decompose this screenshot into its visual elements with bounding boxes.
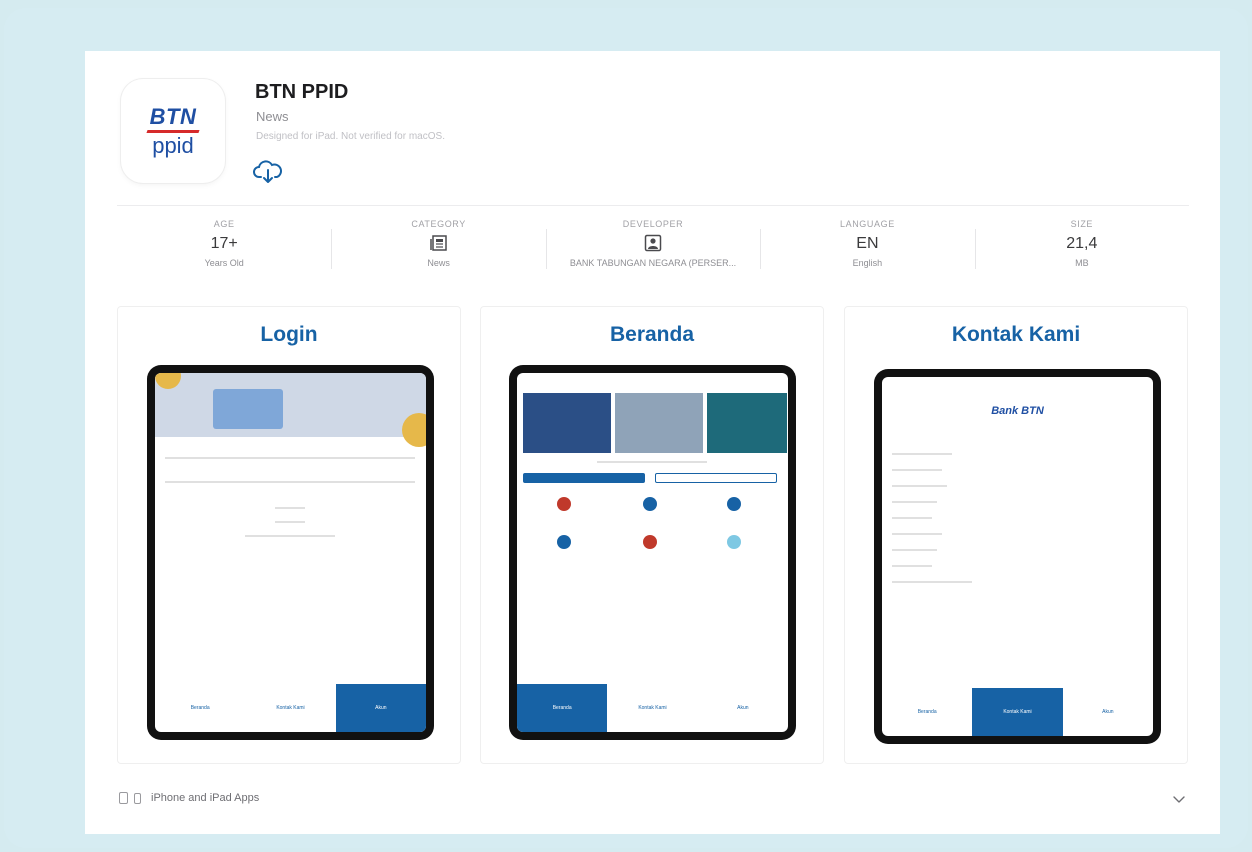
- chevron-down-icon[interactable]: [1173, 793, 1185, 805]
- tab-bar: Beranda Kontak Kami Akun: [155, 684, 426, 732]
- info-label: LANGUAGE: [840, 219, 895, 229]
- text-line: [275, 507, 305, 509]
- logo-ppid-text: ppid: [152, 132, 194, 158]
- screenshot-kontak-kami[interactable]: Kontak Kami Bank BTN Beranda Kontak Kami…: [844, 306, 1188, 764]
- input-line: [165, 481, 415, 483]
- secondary-button[interactable]: [655, 473, 777, 483]
- app-title: BTN PPID: [255, 81, 349, 103]
- contact-line: [892, 565, 932, 567]
- tab-akun[interactable]: Akun: [1063, 688, 1153, 736]
- person-icon: [644, 234, 662, 252]
- app-category: News: [256, 109, 289, 124]
- info-value: 21,4: [1066, 235, 1098, 252]
- tab-beranda[interactable]: Beranda: [155, 684, 245, 732]
- contact-line: [892, 469, 942, 471]
- iphone-icon: [134, 792, 141, 804]
- tab-akun[interactable]: Akun: [698, 684, 788, 732]
- contact-line: [892, 453, 952, 455]
- news-image: [523, 393, 611, 453]
- ipad-icon: [119, 792, 128, 804]
- text-line: [275, 521, 305, 523]
- text-line: [597, 461, 707, 463]
- info-row: AGE 17+ Years Old CATEGORY News DEVELOPE…: [117, 215, 1189, 285]
- info-value: EN: [856, 235, 879, 252]
- logo-btn-text: BTN: [149, 103, 197, 129]
- tablet-screen: Beranda Kontak Kami Akun: [155, 373, 426, 732]
- info-size: SIZE 21,4 MB: [974, 215, 1189, 285]
- info-developer[interactable]: DEVELOPER BANK TABUNGAN NEGARA (PERSER..…: [545, 215, 760, 285]
- app-icon[interactable]: BTN ppid: [121, 79, 225, 183]
- contact-line: [892, 549, 937, 551]
- info-foot: News: [427, 258, 450, 268]
- contact-line: [892, 581, 972, 583]
- tab-kontak-kami[interactable]: Kontak Kami: [607, 684, 697, 732]
- logo-ppid-label: ppid: [152, 132, 194, 158]
- banner-image: [213, 389, 283, 429]
- info-label: CATEGORY: [411, 219, 466, 229]
- bank-btn-logo: Bank BTN: [991, 405, 1044, 417]
- screenshot-beranda[interactable]: Beranda Beranda Kontak Kami Akun: [480, 306, 824, 764]
- screenshot-gallery[interactable]: Login Beranda Kontak Kami Akun Beranda B…: [117, 306, 1189, 764]
- info-label: AGE: [213, 219, 235, 229]
- tab-kontak-kami[interactable]: Kontak Kami: [972, 688, 1063, 736]
- contact-line: [892, 517, 932, 519]
- screenshot-login[interactable]: Login Beranda Kontak Kami Akun: [117, 306, 461, 764]
- tab-beranda[interactable]: Beranda: [517, 684, 608, 732]
- app-compat-note: Designed for iPad. Not verified for macO…: [256, 131, 445, 142]
- info-label: SIZE: [1070, 219, 1094, 229]
- info-label: DEVELOPER: [622, 219, 684, 229]
- menu-icon[interactable]: [557, 535, 571, 549]
- page-background: BTN ppid BTN PPID News Designed for iPad…: [4, 8, 1248, 848]
- info-age: AGE 17+ Years Old: [117, 215, 331, 285]
- menu-icon[interactable]: [727, 497, 741, 511]
- contact-line: [892, 501, 937, 503]
- info-foot: English: [852, 258, 883, 268]
- menu-icon[interactable]: [557, 497, 571, 511]
- screenshot-title: Login: [260, 323, 318, 346]
- contact-line: [892, 485, 947, 487]
- text-line: [245, 535, 335, 537]
- cloud-download-icon[interactable]: [253, 159, 283, 185]
- info-category: CATEGORY News: [331, 215, 545, 285]
- tablet-frame: Beranda Kontak Kami Akun: [509, 365, 796, 740]
- news-image: [707, 393, 787, 453]
- menu-icon[interactable]: [643, 497, 657, 511]
- app-store-card: BTN ppid BTN PPID News Designed for iPad…: [85, 51, 1220, 834]
- info-foot: MB: [1075, 258, 1089, 268]
- header-divider: [117, 205, 1189, 206]
- tab-beranda[interactable]: Beranda: [882, 688, 972, 736]
- menu-icon[interactable]: [643, 535, 657, 549]
- info-value: 17+: [210, 235, 238, 252]
- info-language: LANGUAGE EN English: [760, 215, 974, 285]
- tablet-frame: Bank BTN Beranda Kontak Kami Akun: [874, 369, 1161, 744]
- device-support-row[interactable]: iPhone and iPad Apps: [119, 792, 259, 804]
- tab-kontak-kami[interactable]: Kontak Kami: [245, 684, 335, 732]
- device-support-label: iPhone and iPad Apps: [151, 792, 260, 804]
- contact-line: [892, 533, 942, 535]
- tablet-screen: Bank BTN Beranda Kontak Kami Akun: [882, 377, 1153, 736]
- banner-decor: [402, 413, 426, 447]
- tablet-screen: Beranda Kontak Kami Akun: [517, 373, 788, 732]
- info-foot: Years Old: [204, 258, 244, 268]
- tab-bar: Beranda Kontak Kami Akun: [517, 684, 788, 732]
- info-foot: BANK TABUNGAN NEGARA (PERSER...: [569, 258, 737, 268]
- screenshot-title: Kontak Kami: [951, 323, 1081, 346]
- screenshot-title: Beranda: [609, 323, 695, 346]
- tab-akun[interactable]: Akun: [335, 684, 426, 732]
- tab-bar: Beranda Kontak Kami Akun: [882, 688, 1153, 736]
- news-image: [615, 393, 703, 453]
- newspaper-icon: [429, 235, 447, 251]
- menu-icon[interactable]: [727, 535, 741, 549]
- tablet-frame: Beranda Kontak Kami Akun: [147, 365, 434, 740]
- input-line: [165, 457, 415, 459]
- primary-button[interactable]: [523, 473, 645, 483]
- info-value: [331, 234, 545, 254]
- info-value: [546, 234, 760, 254]
- login-banner: [155, 373, 426, 437]
- logo-red-bar: [146, 129, 200, 133]
